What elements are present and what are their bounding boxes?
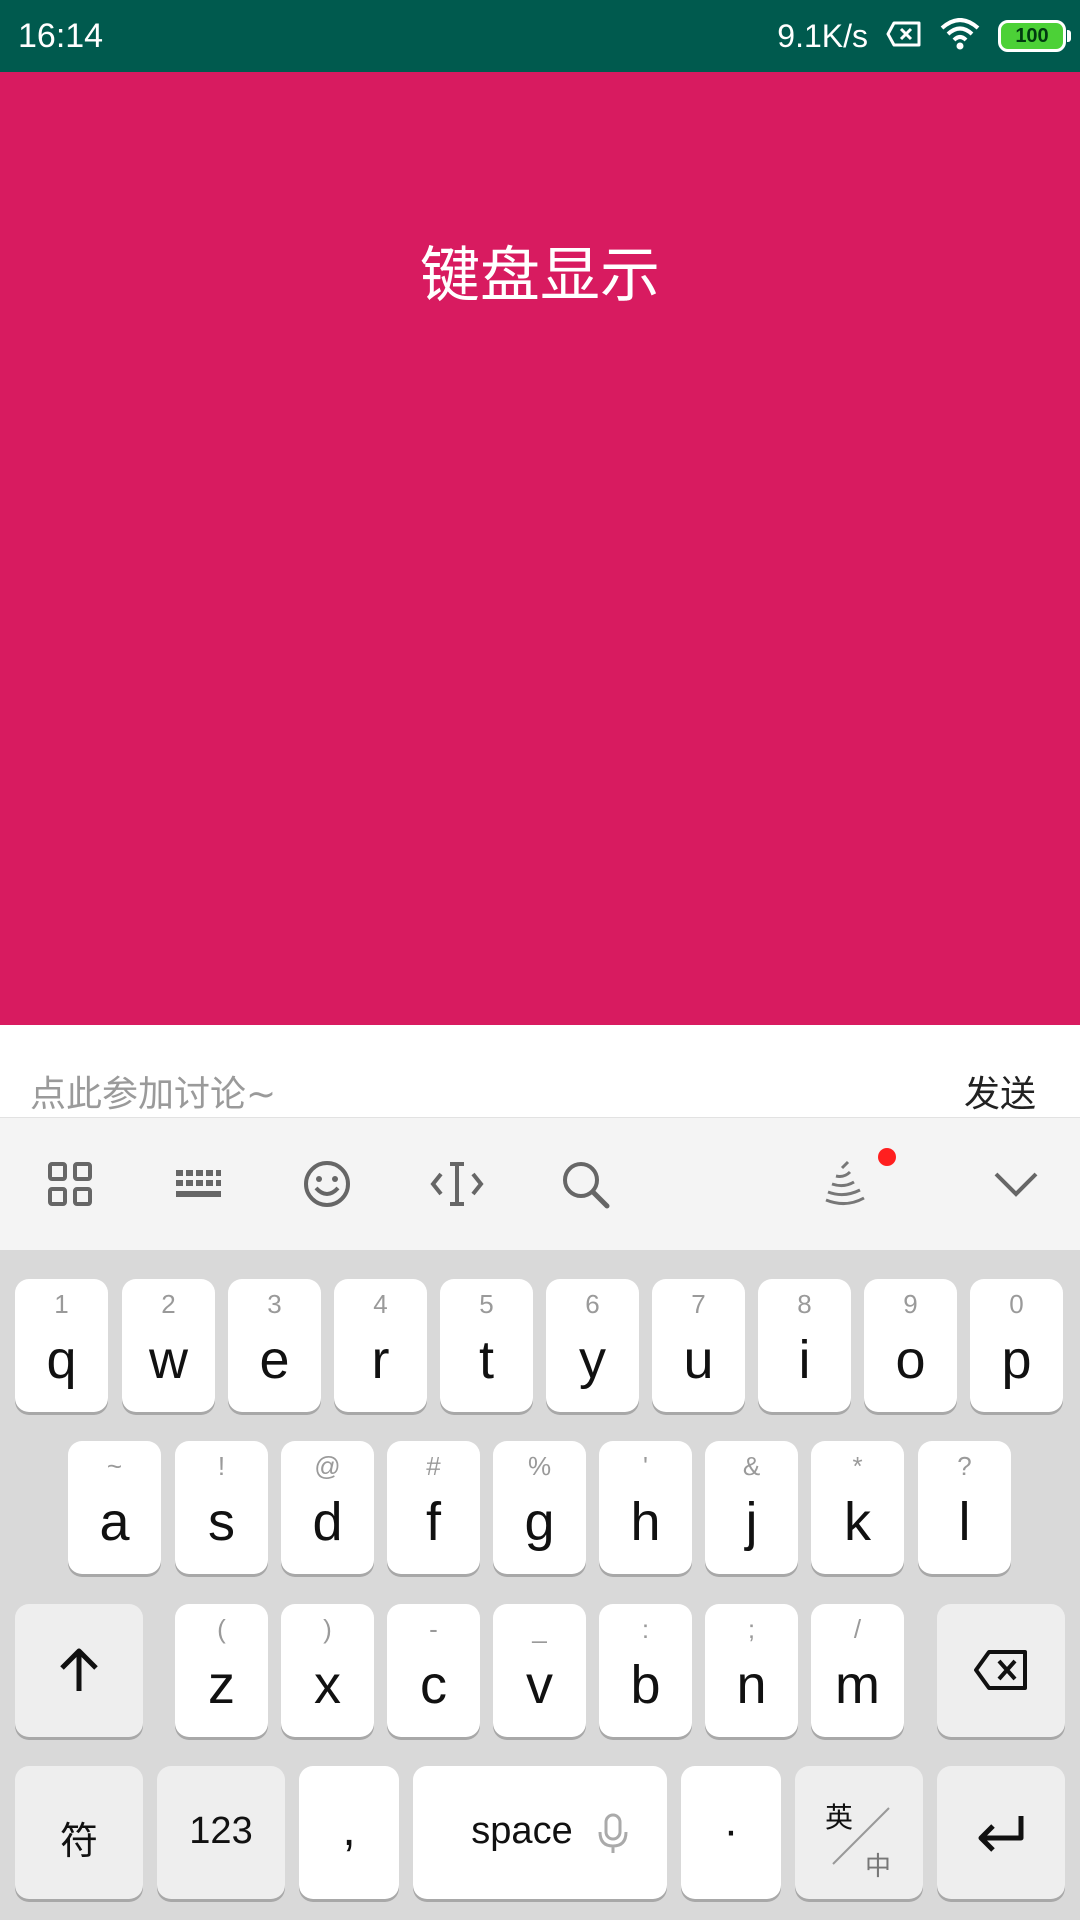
send-button[interactable]: 发送 [964, 1065, 1036, 1117]
comment-input[interactable]: 点此参加讨论~ [30, 1065, 276, 1117]
key-x[interactable]: ) x [281, 1604, 374, 1737]
microphone-icon [598, 1813, 628, 1853]
key-i[interactable]: 8i [758, 1279, 851, 1412]
period-key[interactable]: · [681, 1766, 781, 1899]
lang-divider [832, 1807, 890, 1865]
key-f[interactable]: # f [387, 1441, 480, 1574]
key-g[interactable]: % g [493, 1441, 586, 1574]
status-right: 9.1K/s 100 [777, 0, 1071, 72]
key-o[interactable]: 9o [864, 1279, 957, 1412]
key-a[interactable]: ~ a [68, 1441, 161, 1574]
key-z[interactable]: (z [175, 1604, 268, 1737]
key-u[interactable]: 7u [652, 1279, 745, 1412]
apps-grid-icon[interactable] [42, 1156, 98, 1212]
key-j[interactable]: & j [705, 1441, 798, 1574]
key-e[interactable]: 3e [228, 1279, 321, 1412]
key-t[interactable]: 5t [440, 1279, 533, 1412]
search-icon[interactable] [557, 1156, 613, 1212]
key-n[interactable]: ; n [705, 1604, 798, 1737]
chevron-down-icon[interactable] [988, 1156, 1044, 1212]
enter-key[interactable] [937, 1766, 1065, 1899]
key-l[interactable]: ? l [918, 1441, 1011, 1574]
key-y[interactable]: 6y [546, 1279, 639, 1412]
key-q[interactable]: 1q [15, 1279, 108, 1412]
symbols-key[interactable]: 符 [15, 1766, 143, 1899]
space-key[interactable]: space [413, 1766, 667, 1899]
numbers-key[interactable]: 123 [157, 1766, 285, 1899]
sim-error-icon [886, 20, 922, 52]
shift-arrow-icon [60, 1648, 98, 1691]
key-d[interactable]: @ d [281, 1441, 374, 1574]
key-v[interactable]: _ v [493, 1604, 586, 1737]
page-title: 键盘显示 [420, 241, 660, 311]
key-s[interactable]: ! s [175, 1441, 268, 1574]
skin-theme-icon[interactable] [818, 1156, 874, 1212]
backspace-key[interactable] [937, 1604, 1065, 1737]
notification-dot [878, 1148, 896, 1166]
key-p[interactable]: 0p [970, 1279, 1063, 1412]
key-k[interactable]: * k [811, 1441, 904, 1574]
main-panel: 键盘显示 [0, 72, 1080, 1025]
status-time: 16:14 [18, 17, 104, 55]
network-speed: 9.1K/s [777, 17, 868, 54]
key-h[interactable]: ' h [599, 1441, 692, 1574]
language-switch-key[interactable]: 英 中 [795, 1766, 923, 1899]
key-b[interactable]: :b [599, 1604, 692, 1737]
comment-bar: 点此参加讨论~ 发送 [0, 1025, 1080, 1118]
keyboard-toolbar [0, 1118, 1080, 1250]
key-m[interactable]: / m [811, 1604, 904, 1737]
cursor-move-icon[interactable] [429, 1156, 485, 1212]
emoji-icon[interactable] [299, 1156, 355, 1212]
soft-keyboard: 1q 2w 3e 4r 5t 6y 7u 8i 9o 0p ~ a ! s @ d #… [0, 1250, 1080, 1920]
backspace-icon [974, 1650, 1027, 1690]
wifi-icon [940, 18, 980, 54]
key-r[interactable]: 4r [334, 1279, 427, 1412]
keyboard-layout-icon[interactable] [170, 1156, 226, 1212]
key-w[interactable]: 2w [122, 1279, 215, 1412]
battery-icon: 100 [998, 20, 1071, 52]
enter-icon [978, 1816, 1024, 1852]
key-c[interactable]: -c [387, 1604, 480, 1737]
shift-key[interactable] [15, 1604, 143, 1737]
status-bar: 16:14 9.1K/s 100 [0, 0, 1080, 72]
